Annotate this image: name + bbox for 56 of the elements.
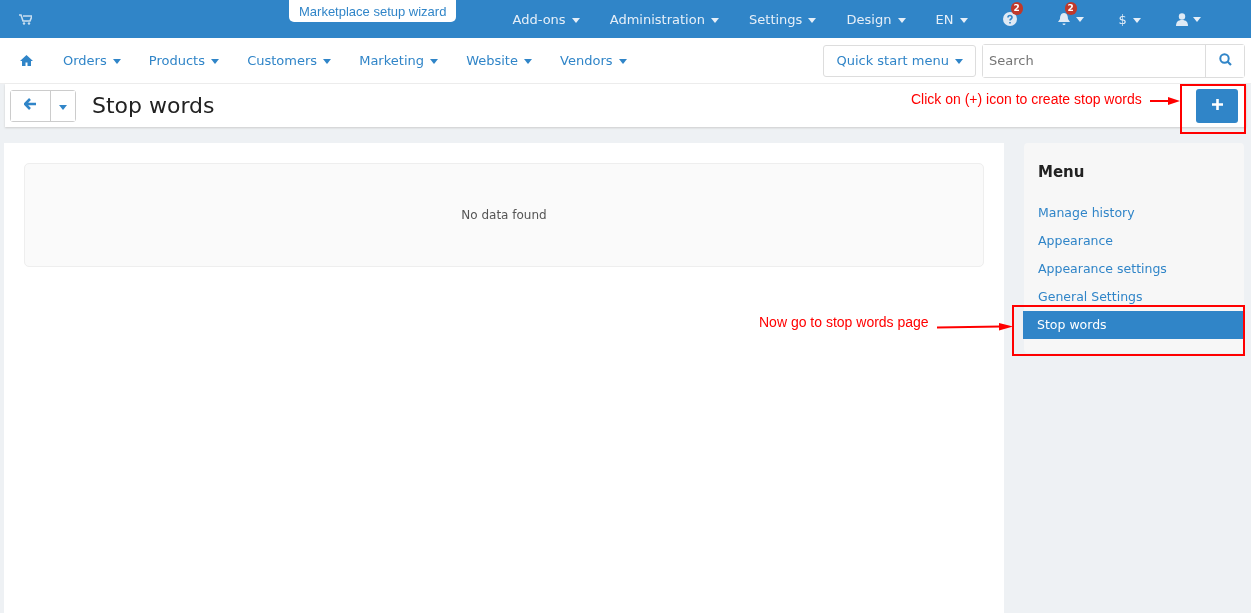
nav-menu-item[interactable]: Marketing (345, 53, 453, 68)
annotation-text: Click on (+) icon to create stop words (911, 91, 1142, 107)
notification-badge: 2 (1010, 2, 1023, 15)
caret-icon (959, 17, 968, 23)
cart-icon[interactable] (19, 13, 32, 25)
quick-start-menu-button[interactable]: Quick start menu (823, 44, 976, 77)
caret-icon (808, 17, 817, 23)
sidebar-item[interactable]: Appearance settings (1024, 259, 1181, 279)
nav-menu-item[interactable]: Website (452, 53, 547, 68)
nav-menu-item[interactable]: Customers (233, 53, 346, 68)
back-arrow-icon (24, 98, 37, 110)
sidebar-title: Menu (1037, 163, 1086, 183)
sidebar-item[interactable]: Manage history (1024, 203, 1149, 223)
nav-menu-item[interactable]: Products (134, 53, 234, 68)
nav-menu-item[interactable]: Vendors (546, 53, 641, 68)
caret-icon (430, 59, 439, 64)
annotation-arrow (1150, 97, 1180, 105)
caret-icon (955, 59, 963, 64)
search-button[interactable] (1205, 44, 1244, 77)
home-icon[interactable] (20, 55, 33, 66)
top-menu-item[interactable]: Add-ons (497, 11, 595, 27)
caret-icon (59, 105, 67, 110)
help-icon[interactable] (1002, 12, 1017, 26)
top-menu-item[interactable]: EN (920, 11, 983, 27)
caret-icon (1133, 17, 1141, 23)
sidebar-item[interactable]: General Settings (1024, 287, 1157, 307)
bell-icon[interactable] (1056, 12, 1071, 26)
search-icon (1218, 52, 1232, 66)
top-menu-item[interactable]: Settings (734, 11, 832, 27)
caret-icon (711, 17, 720, 23)
add-button[interactable] (1196, 88, 1238, 123)
annotation-text: Now go to stop words page (759, 314, 929, 330)
empty-message: No data found (461, 208, 547, 222)
sidebar-item[interactable]: Stop words (1023, 311, 1244, 339)
caret-icon (112, 59, 121, 64)
caret-icon (571, 17, 580, 23)
nav-menu-item[interactable]: Orders (49, 53, 135, 68)
plus-icon (1211, 99, 1223, 110)
caret-icon (1193, 16, 1201, 22)
sidebar-item[interactable]: Appearance (1024, 231, 1128, 251)
top-menu-item[interactable]: Administration (594, 11, 735, 27)
caret-icon (323, 59, 332, 64)
notification-badge: 2 (1064, 2, 1077, 15)
page-title: Stop words (92, 93, 215, 118)
top-menu-item[interactable]: $ (1103, 11, 1156, 27)
search-bar[interactable]: Search (982, 43, 1245, 78)
highlight-frame (1180, 84, 1246, 134)
caret-icon (1075, 16, 1084, 22)
top-menu-item[interactable]: Design (831, 11, 921, 27)
caret-icon (524, 59, 533, 64)
caret-icon (211, 59, 220, 64)
caret-icon (618, 59, 627, 64)
user-icon[interactable] (1176, 12, 1188, 26)
caret-icon (897, 17, 906, 23)
setup-wizard-button[interactable]: Marketplace setup wizard (289, 0, 457, 22)
back-button[interactable] (11, 90, 51, 121)
